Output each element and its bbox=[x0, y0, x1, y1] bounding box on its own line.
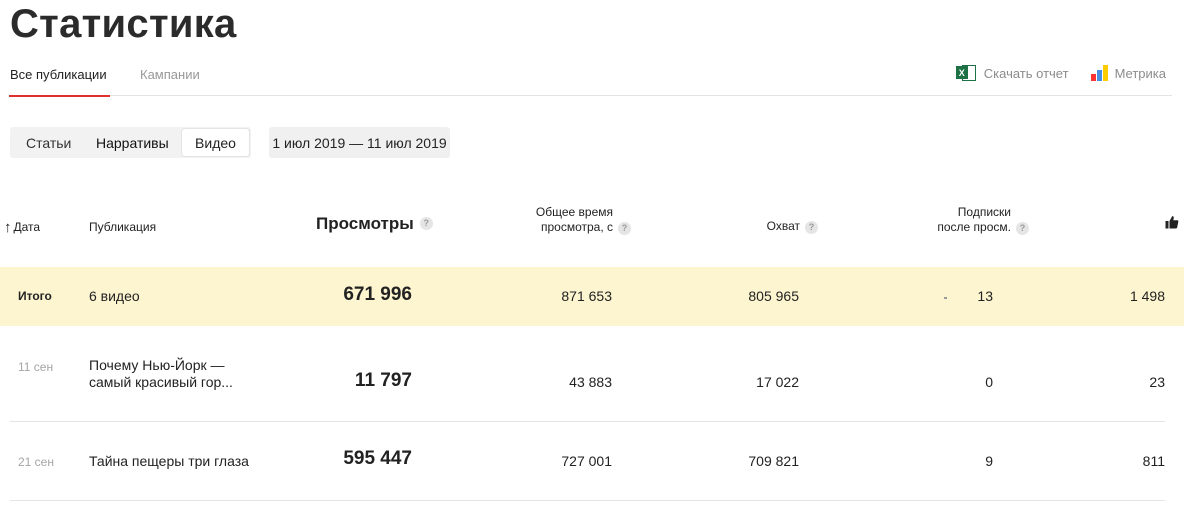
column-header-publication: Публикация bbox=[89, 220, 157, 234]
row-views: 595 447 bbox=[343, 448, 412, 469]
tab-all-publications[interactable]: Все публикации bbox=[9, 67, 110, 97]
column-header-total-time[interactable]: Общее время просмотра, с ? bbox=[536, 205, 631, 235]
column-header-reach[interactable]: Охват ? bbox=[767, 219, 818, 234]
column-header-subscriptions[interactable]: Подписки после просм. ? bbox=[937, 205, 1029, 235]
row-reach: 709 821 bbox=[748, 453, 799, 469]
decorative-tick bbox=[944, 297, 947, 299]
table-row[interactable]: 11 сен Почему Нью-Йорк — самый красивый … bbox=[0, 340, 1184, 422]
row-divider bbox=[10, 500, 1165, 501]
date-range-picker[interactable]: 1 июл 2019 — 11 июл 2019 bbox=[269, 127, 450, 158]
column-header-views[interactable]: Просмотры ? bbox=[316, 214, 433, 233]
total-time: 871 653 bbox=[561, 288, 612, 304]
thumbs-up-icon bbox=[1165, 216, 1179, 229]
excel-icon: X bbox=[955, 64, 977, 82]
column-header-date[interactable]: ↑ Дата bbox=[4, 220, 40, 235]
help-icon[interactable]: ? bbox=[618, 222, 631, 235]
row-publication-link[interactable]: Тайна пещеры три глаза bbox=[89, 453, 249, 469]
total-likes: 1 498 bbox=[1129, 288, 1165, 304]
row-date: 21 сен bbox=[18, 455, 54, 469]
row-total-time: 727 001 bbox=[561, 453, 612, 469]
row-total-time: 43 883 bbox=[569, 374, 612, 390]
column-header-subscriptions-label: Подписки после просм. bbox=[937, 205, 1011, 235]
help-icon[interactable]: ? bbox=[419, 217, 433, 230]
download-report-label: Скачать отчет bbox=[983, 65, 1069, 81]
row-likes: 23 bbox=[1149, 374, 1165, 390]
row-reach: 17 022 bbox=[756, 374, 799, 390]
row-subscriptions: 9 bbox=[985, 453, 993, 469]
table-row[interactable]: 21 сен Тайна пещеры три глаза 595 447 72… bbox=[0, 422, 1184, 501]
column-header-likes[interactable] bbox=[1165, 215, 1179, 233]
sort-arrow-up-icon: ↑ bbox=[4, 219, 12, 236]
metrika-icon bbox=[1090, 65, 1108, 81]
column-header-total-time-line1: Общее время bbox=[535, 205, 613, 219]
download-report-button[interactable]: X Скачать отчет bbox=[955, 64, 1069, 82]
row-publication-link[interactable]: Почему Нью-Йорк — самый красивый гор... bbox=[89, 357, 259, 391]
page-title: Статистика bbox=[10, 2, 237, 46]
total-views: 671 996 bbox=[343, 284, 412, 305]
column-header-subs-line1: Подписки bbox=[957, 205, 1011, 219]
metrika-label: Метрика bbox=[1114, 65, 1166, 81]
table-row-total: Итого 6 видео 671 996 871 653 805 965 13… bbox=[0, 267, 1184, 326]
help-icon[interactable]: ? bbox=[1016, 222, 1029, 235]
row-likes: 811 bbox=[1142, 453, 1165, 469]
total-subscriptions: 13 bbox=[977, 288, 993, 304]
row-date: 11 сен bbox=[18, 360, 54, 374]
metrika-button[interactable]: Метрика bbox=[1090, 64, 1166, 82]
row-views: 11 797 bbox=[354, 370, 412, 391]
column-header-total-time-line2: просмотра, с bbox=[540, 220, 613, 234]
column-header-views-label: Просмотры bbox=[316, 214, 414, 233]
total-publication: 6 видео bbox=[89, 288, 140, 304]
column-header-reach-label: Охват bbox=[766, 219, 800, 233]
column-header-total-time-label: Общее время просмотра, с bbox=[536, 205, 613, 235]
segment-video[interactable]: Видео bbox=[182, 129, 249, 156]
tab-campaigns[interactable]: Кампании bbox=[140, 67, 200, 82]
total-reach: 805 965 bbox=[748, 288, 799, 304]
help-icon[interactable]: ? bbox=[805, 221, 818, 234]
content-type-switch: Статьи Нарративы Видео bbox=[10, 127, 251, 158]
segment-articles[interactable]: Статьи bbox=[26, 127, 71, 158]
column-header-subs-line2: после просм. bbox=[937, 220, 1011, 234]
total-label: Итого bbox=[18, 289, 52, 303]
column-header-date-label: Дата bbox=[13, 220, 41, 234]
toolbar: X Скачать отчет Метрика bbox=[955, 64, 1166, 82]
segment-narratives[interactable]: Нарративы bbox=[96, 127, 169, 158]
row-subscriptions: 0 bbox=[985, 374, 993, 390]
